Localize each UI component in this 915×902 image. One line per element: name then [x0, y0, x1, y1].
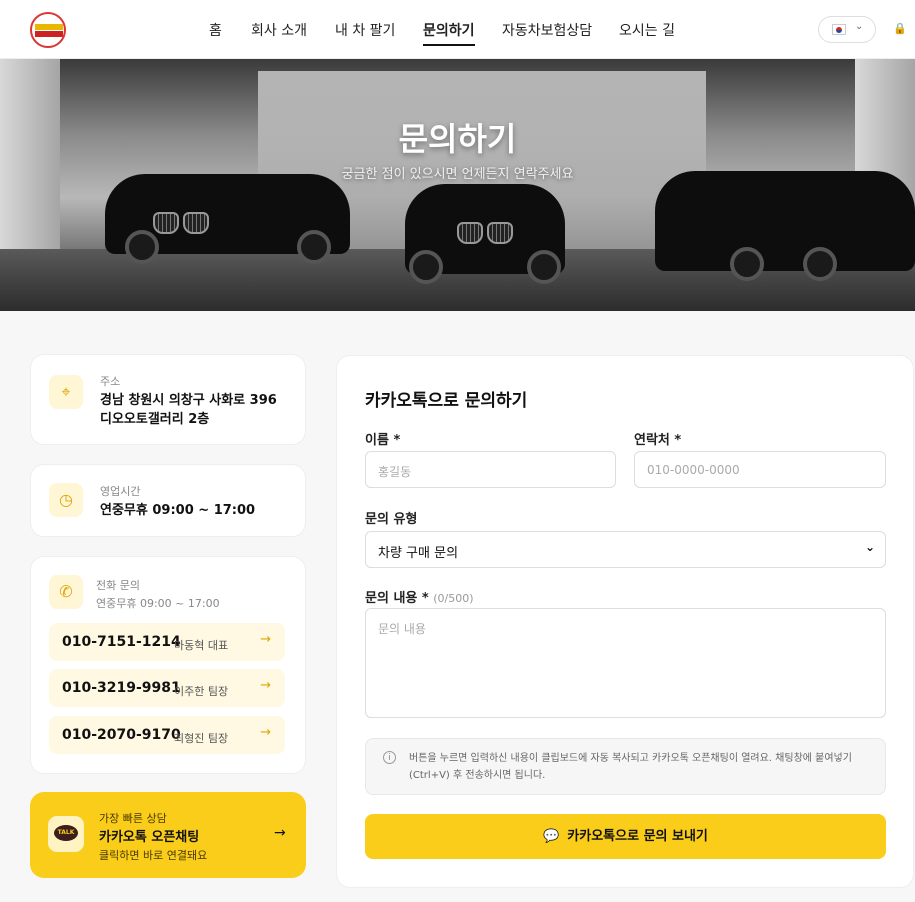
contact-name: 최형진 팀장 — [174, 732, 229, 745]
inquiry-type-select[interactable]: 차량 구매 문의 ⌄ — [365, 531, 886, 568]
phone-number: 010-7151-1214 — [62, 634, 181, 650]
address-line2: 디오오토갤러리 2층 — [100, 412, 210, 427]
phone-card: ✆ 전화 문의 연중무휴 09:00 ~ 17:00 010-7151-1214… — [30, 556, 306, 774]
submit-label: 카카오톡으로 문의 보내기 — [567, 829, 708, 844]
car-image — [105, 174, 350, 264]
content-textarea[interactable]: 문의 내용 — [365, 608, 886, 718]
kakao-sub: 클릭하면 바로 연결돼요 — [99, 849, 208, 862]
lock-icon[interactable]: 🔒 — [893, 22, 907, 36]
nav-sell-car[interactable]: 내 차 팔기 — [335, 20, 395, 40]
address-label: 주소 — [100, 375, 121, 388]
nav-insurance[interactable]: 자동차보험상담 — [502, 20, 592, 40]
chat-bubble-icon: 💬 — [543, 829, 560, 844]
hero-subtitle: 궁금한 점이 있으시면 언제든지 연락주세요 — [341, 167, 574, 182]
content-label: 문의 내용 * (0/500) — [365, 591, 474, 606]
char-count: (0/500) — [433, 592, 474, 605]
hero-banner: 문의하기 궁금한 점이 있으시면 언제든지 연락주세요 — [0, 59, 915, 311]
car-image — [405, 184, 565, 284]
car-image — [655, 171, 915, 281]
phone-contact-1[interactable]: 010-7151-1214 마동혁 대표 → — [49, 623, 285, 661]
inquiry-form: 카카오톡으로 문의하기 이름 * 홍길동 연락처 * 010-0000-0000… — [336, 355, 914, 888]
nav-contact[interactable]: 문의하기 — [423, 20, 475, 46]
nav-directions[interactable]: 오시는 길 — [619, 20, 675, 40]
contact-input[interactable]: 010-0000-0000 — [634, 451, 886, 488]
address-card: ⌖ 주소 경남 창원시 의창구 사화로 396 디오오토갤러리 2층 — [30, 354, 306, 445]
phone-contact-3[interactable]: 010-2070-9170 최형진 팀장 → — [49, 716, 285, 754]
kakao-openchat-card[interactable]: TALK 가장 빠른 상담 카카오톡 오픈채팅 클릭하면 바로 연결돼요 → — [30, 792, 306, 878]
form-title: 카카오톡으로 문의하기 — [365, 391, 528, 411]
hours-label: 영업시간 — [100, 485, 141, 498]
map-pin-icon: ⌖ — [49, 375, 83, 409]
arrow-right-icon: → — [260, 678, 271, 693]
phone-number: 010-3219-9981 — [62, 680, 181, 696]
phone-contact-2[interactable]: 010-3219-9981 이주한 팀장 → — [49, 669, 285, 707]
kakao-eyebrow: 가장 빠른 상담 — [99, 812, 167, 825]
kakao-talk-icon: TALK — [48, 816, 84, 852]
kakao-title: 카카오톡 오픈채팅 — [99, 830, 200, 845]
submit-button[interactable]: 💬 카카오톡으로 문의 보내기 — [365, 814, 886, 859]
phone-label: 전화 문의 — [96, 579, 140, 592]
language-selector[interactable]: ⌄ — [818, 16, 876, 43]
phone-sub: 연중무휴 09:00 ~ 17:00 — [96, 597, 220, 610]
info-text: 버튼을 누르면 입력하신 내용이 클립보드에 자동 복사되고 카카오톡 오픈채팅… — [409, 753, 852, 781]
type-label: 문의 유형 — [365, 512, 418, 527]
contact-name: 이주한 팀장 — [174, 685, 229, 698]
arrow-right-icon: → — [260, 632, 271, 647]
phone-number: 010-2070-9170 — [62, 727, 181, 743]
name-label: 이름 * — [365, 433, 401, 448]
info-icon: i — [383, 751, 396, 764]
korea-flag-icon — [832, 24, 846, 35]
hero-title: 문의하기 — [398, 120, 517, 158]
contact-label: 연락처 * — [634, 433, 682, 448]
phone-icon: ✆ — [49, 575, 83, 609]
select-value: 차량 구매 문의 — [378, 546, 459, 561]
logo[interactable] — [30, 12, 66, 48]
info-box: i 버튼을 누르면 입력하신 내용이 클립보드에 자동 복사되고 카카오톡 오픈… — [365, 738, 886, 795]
arrow-right-icon: → — [274, 825, 286, 841]
chevron-down-icon: ⌄ — [864, 540, 875, 554]
arrow-right-icon: → — [260, 725, 271, 740]
hours-value: 연중무휴 09:00 ~ 17:00 — [100, 503, 256, 518]
clock-icon: ◷ — [49, 483, 83, 517]
name-input[interactable]: 홍길동 — [365, 451, 616, 488]
hours-card: ◷ 영업시간 연중무휴 09:00 ~ 17:00 — [30, 464, 306, 537]
nav-about[interactable]: 회사 소개 — [251, 20, 307, 40]
top-nav: 홈 회사 소개 내 차 팔기 문의하기 자동차보험상담 오시는 길 ⌄ 🔒 — [0, 0, 915, 59]
nav-home[interactable]: 홈 — [209, 20, 222, 40]
address-line1: 경남 창원시 의창구 사화로 396 — [100, 393, 277, 408]
chevron-down-icon: ⌄ — [855, 21, 864, 32]
contact-name: 마동혁 대표 — [174, 639, 229, 652]
